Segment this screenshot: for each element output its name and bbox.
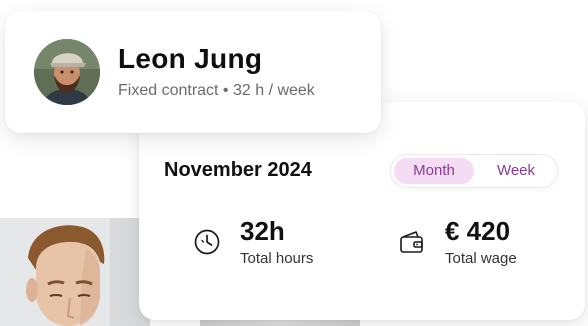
period-toggle[interactable]: Month Week [390,154,558,188]
contract-details: Fixed contract • 32 h / week [118,82,315,99]
total-wage-label: Total wage [445,250,517,267]
work-summary-card: November 2024 Month Week 32h Total hours [139,102,585,320]
total-hours-label: Total hours [240,250,314,267]
app-stage: Leon Jung Fixed contract • 32 h / week N… [0,0,588,326]
employee-name: Leon Jung [118,43,263,74]
total-hours-value: 32h [240,216,285,246]
wallet-icon [398,228,426,256]
toggle-week-option[interactable]: Week [478,158,554,184]
employee-profile-card[interactable]: Leon Jung Fixed contract • 32 h / week [5,11,381,133]
toggle-month-option[interactable]: Month [394,158,474,184]
clock-icon [193,228,221,256]
avatar [34,39,100,105]
period-title: November 2024 [164,159,312,181]
total-wage-value: € 420 [445,216,511,246]
background-photo [0,218,150,326]
